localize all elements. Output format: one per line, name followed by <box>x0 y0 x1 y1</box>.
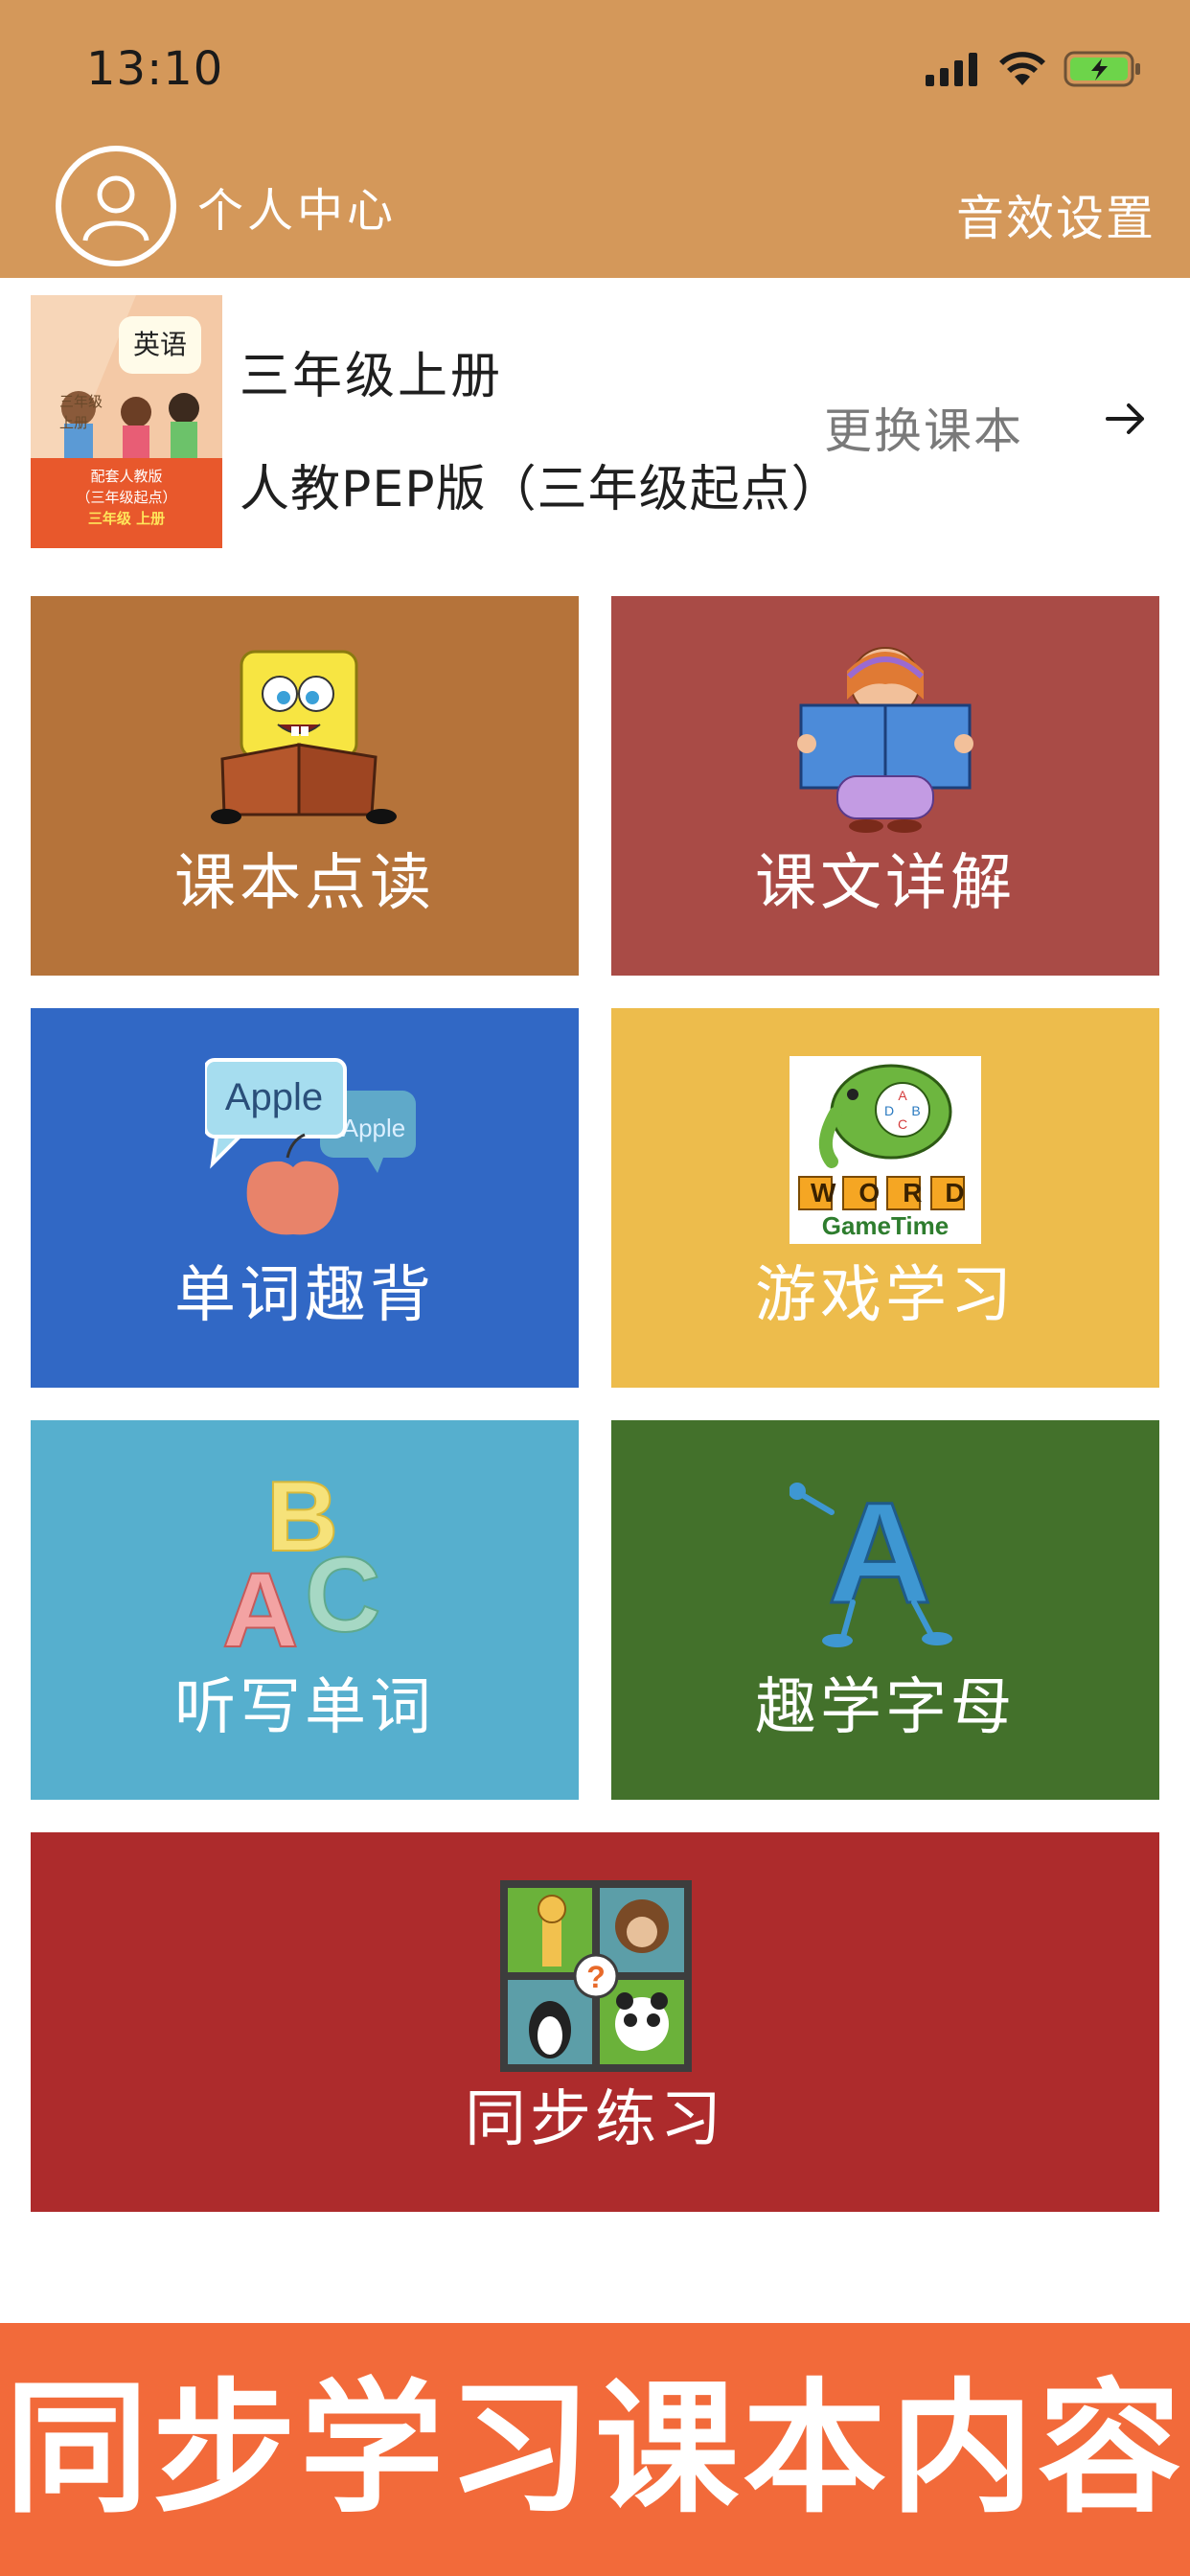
textbook-grade: 三年级上册 <box>240 348 504 405</box>
tile-fun-alphabet[interactable]: A 趣学字母 <box>611 1420 1159 1800</box>
cover-band-line3: 三年级 上册 <box>87 510 166 527</box>
profile-center-label[interactable]: 个人中心 <box>197 172 397 240</box>
cover-title: 英语 <box>119 316 201 374</box>
arrow-right-icon[interactable] <box>1102 395 1150 443</box>
change-textbook-button[interactable]: 更换课本 <box>824 393 1023 462</box>
word-logo-text: WORD <box>811 1178 988 1208</box>
wifi-icon <box>999 52 1045 85</box>
status-icons <box>924 50 1142 88</box>
letter-a-text: A <box>222 1552 298 1650</box>
tile-label: 课本点读 <box>174 848 435 919</box>
girl-reading-book-icon <box>797 647 973 833</box>
tile-textbook-reading[interactable]: 课本点读 <box>31 596 579 976</box>
svg-text:D: D <box>884 1103 894 1118</box>
tile-label: 听写单词 <box>174 1672 435 1743</box>
tile-sync-practice[interactable]: ? 同步练习 <box>31 1832 1159 2212</box>
tile-dictation[interactable]: B C A 听写单词 <box>31 1420 579 1800</box>
letter-c-text: C <box>305 1536 380 1650</box>
dancing-letter-a-icon: A <box>790 1471 952 1647</box>
cover-band-line1: 配套人教版 <box>90 468 163 485</box>
tile-word-memorize[interactable]: Apple Apple 单词趣背 <box>31 1008 579 1388</box>
app-header: 13:10 个人中心 音效设置 <box>0 0 1190 278</box>
apple-speech-bubble-icon: Apple Apple <box>205 1058 416 1235</box>
cover-sub-line1: 三年级 <box>59 393 103 410</box>
cover-sub-line2: 上册 <box>59 414 89 431</box>
textbook-edition: 人教PEP版（三年级起点） <box>240 461 842 518</box>
user-icon <box>82 175 149 242</box>
apple-bubble-back-text: Apple <box>342 1114 406 1142</box>
cover-band: 配套人教版 （三年级起点） 三年级 上册 <box>31 458 222 548</box>
svg-text:A: A <box>898 1088 907 1103</box>
tile-label: 单词趣背 <box>174 1260 435 1331</box>
promo-banner-text: 同步学习课本内容 <box>4 2366 1185 2533</box>
tile-game-learning[interactable]: A D B C WORD GameTime 游戏学习 <box>611 1008 1159 1388</box>
abc-letters-icon: B C A <box>221 1460 381 1650</box>
profile-center[interactable]: 个人中心 <box>56 146 397 266</box>
svg-text:B: B <box>911 1103 920 1118</box>
tile-lesson-explanation[interactable]: 课文详解 <box>611 596 1159 976</box>
textbook-cover-image: 英语 三年级 上册 配套人教版 （三年级起点） 三年级 上册 <box>31 295 222 548</box>
avatar[interactable] <box>56 146 176 266</box>
spongebob-reading-icon <box>211 650 397 824</box>
tile-label: 游戏学习 <box>755 1260 1016 1331</box>
word-gametime-logo: A D B C WORD GameTime <box>790 1056 981 1244</box>
cover-subtitle: 三年级 上册 <box>59 391 103 433</box>
tile-label: 趣学字母 <box>755 1672 1016 1743</box>
status-bar: 13:10 <box>0 0 1190 144</box>
gametime-logo-text: GameTime <box>821 1211 950 1240</box>
animals-quiz-icon: ? <box>500 1880 692 2072</box>
apple-bubble-text: Apple <box>225 1076 323 1118</box>
tile-label: 同步练习 <box>465 2084 725 2155</box>
cover-band-line2: （三年级起点） <box>76 489 177 506</box>
tile-label: 课文详解 <box>755 848 1016 919</box>
svg-text:?: ? <box>586 1960 606 1994</box>
textbook-selector[interactable]: 英语 三年级 上册 配套人教版 （三年级起点） 三年级 上册 三年级上册 人教P… <box>0 278 1190 565</box>
sound-settings-button[interactable]: 音效设置 <box>956 180 1156 249</box>
promo-banner: 同步学习课本内容 <box>0 2323 1190 2576</box>
battery-charging-icon <box>1064 51 1140 87</box>
svg-text:C: C <box>898 1116 907 1132</box>
status-time: 13:10 <box>86 42 224 96</box>
cellular-signal-icon <box>926 53 977 86</box>
